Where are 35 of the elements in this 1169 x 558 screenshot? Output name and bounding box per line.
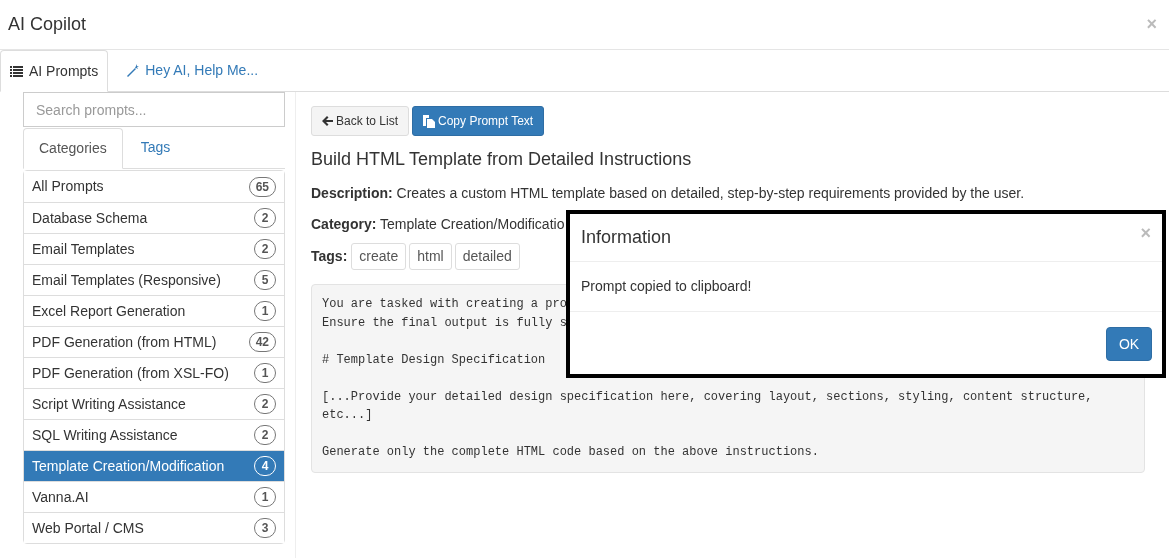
category-item[interactable]: Web Portal / CMS 3 bbox=[24, 512, 284, 543]
category-name: Database Schema bbox=[32, 208, 148, 228]
category-item[interactable]: Template Creation/Modification 4 bbox=[24, 450, 284, 481]
category-name: Script Writing Assistance bbox=[32, 394, 186, 414]
category-name: Excel Report Generation bbox=[32, 301, 186, 321]
tags-label: Tags: bbox=[311, 247, 348, 266]
category-text: Category: Template Creation/Modificatio bbox=[311, 215, 565, 234]
tag: create bbox=[351, 243, 407, 270]
back-button[interactable]: Back to List bbox=[311, 106, 410, 136]
search-field[interactable]: Search prompts... bbox=[23, 92, 285, 127]
filter-tab[interactable]: Tags bbox=[122, 127, 189, 168]
filter-tab[interactable]: Categories bbox=[23, 128, 123, 169]
tab[interactable]: Hey AI, Help Me... bbox=[108, 49, 277, 91]
arrow-left-icon bbox=[322, 116, 333, 126]
category-name: All Prompts bbox=[32, 177, 104, 196]
tag: html bbox=[409, 243, 452, 270]
copy-icon bbox=[423, 114, 436, 128]
category-name: Web Portal / CMS bbox=[32, 518, 144, 538]
category-name: Template Creation/Modification bbox=[32, 456, 225, 476]
category-name: PDF Generation (from XSL-FO) bbox=[32, 363, 229, 383]
tag: detailed bbox=[454, 243, 520, 270]
prompt-title: Build HTML Template from Detailed Instructions bbox=[311, 148, 693, 171]
category-name: Email Templates (Responsive) bbox=[32, 270, 221, 290]
copy-button[interactable]: Copy Prompt Text bbox=[412, 106, 545, 136]
ok-button[interactable]: OK bbox=[1106, 327, 1152, 361]
category-name: PDF Generation (from HTML) bbox=[32, 332, 217, 352]
description-text: Description: Creates a custom HTML template based on detailed, step-by-step requirements provided by the user. bbox=[311, 184, 1026, 203]
dialog-title: Information bbox=[581, 226, 672, 249]
category-name: SQL Writing Assistance bbox=[32, 425, 178, 445]
tab[interactable]: AI Prompts bbox=[0, 50, 109, 92]
window-title: AI Copilot bbox=[8, 13, 87, 36]
category-name: Email Templates bbox=[32, 239, 135, 259]
list-icon bbox=[10, 65, 23, 77]
category-name: Vanna.AI bbox=[32, 487, 89, 507]
wand-icon bbox=[126, 63, 140, 77]
